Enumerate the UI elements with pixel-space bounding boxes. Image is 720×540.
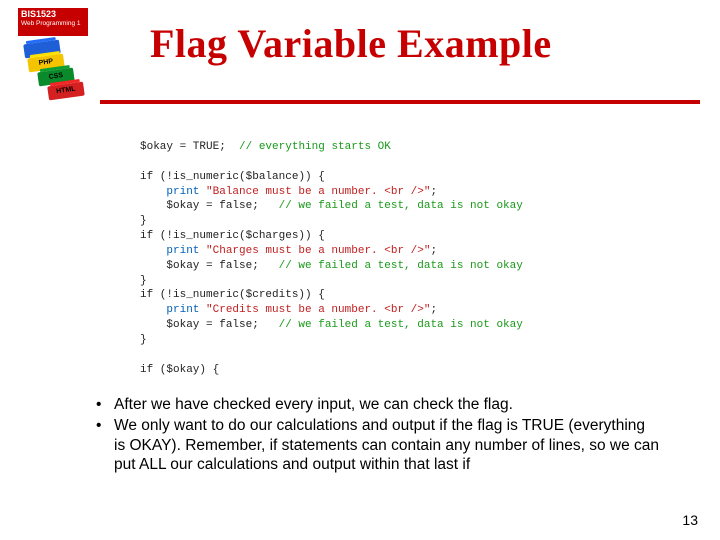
course-logo: BIS1523 Web Programming 1 PHP CSS HTML <box>18 8 90 100</box>
page-title: Flag Variable Example <box>150 20 552 67</box>
code-line: } <box>140 333 523 348</box>
page-number: 13 <box>682 512 698 528</box>
slide-header: BIS1523 Web Programming 1 PHP CSS HTML F… <box>0 0 720 110</box>
code-line: $okay = false; // we failed a test, data… <box>140 259 523 274</box>
code-line <box>140 348 523 363</box>
lego-icon: PHP CSS HTML <box>18 40 90 100</box>
code-line <box>140 155 523 170</box>
code-line: $okay = false; // we failed a test, data… <box>140 318 523 333</box>
code-line: print "Balance must be a number. <br />"… <box>140 185 523 200</box>
course-code: BIS1523 <box>21 9 56 19</box>
lego-brick-red: HTML <box>47 82 85 101</box>
code-line: if (!is_numeric($credits)) { <box>140 288 523 303</box>
code-block: $okay = TRUE; // everything starts OK if… <box>140 140 523 378</box>
course-name: Web Programming 1 <box>21 20 85 27</box>
code-line: $okay = TRUE; // everything starts OK <box>140 140 523 155</box>
code-line: } <box>140 274 523 289</box>
code-line: } <box>140 214 523 229</box>
code-line: print "Charges must be a number. <br />"… <box>140 244 523 259</box>
bullet-list: After we have checked every input, we ca… <box>90 395 660 477</box>
bullet-item: After we have checked every input, we ca… <box>90 395 660 414</box>
code-line: if ($okay) { <box>140 363 523 378</box>
bullet-item: We only want to do our calculations and … <box>90 416 660 474</box>
course-badge: BIS1523 Web Programming 1 <box>18 8 88 36</box>
code-line: if (!is_numeric($charges)) { <box>140 229 523 244</box>
code-line: if (!is_numeric($balance)) { <box>140 170 523 185</box>
title-underline <box>100 100 700 104</box>
code-line: $okay = false; // we failed a test, data… <box>140 199 523 214</box>
code-line: print "Credits must be a number. <br />"… <box>140 303 523 318</box>
